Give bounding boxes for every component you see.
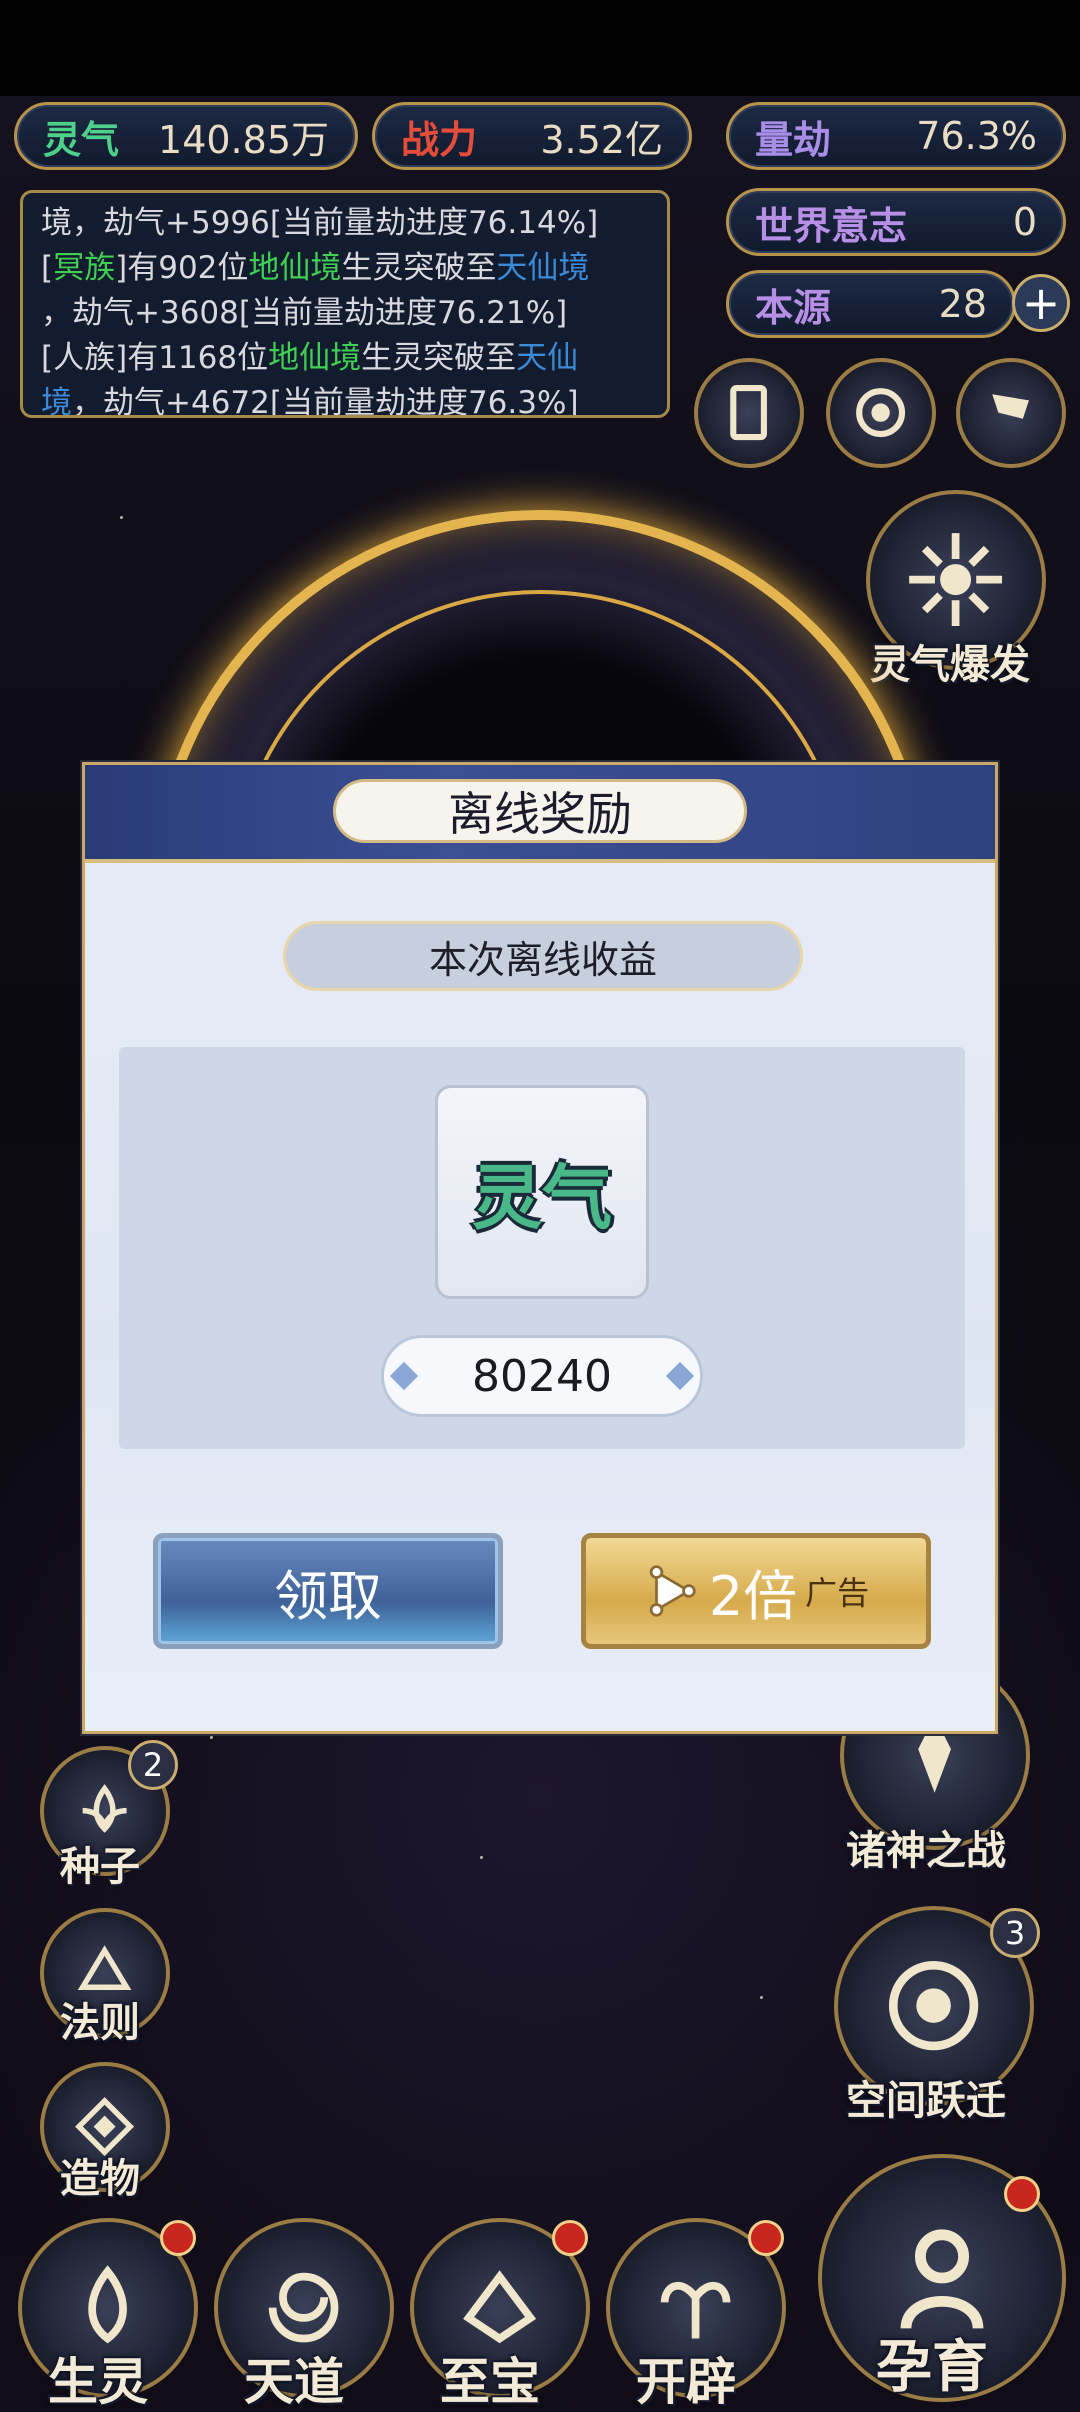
liangjie-value: 76.3%: [916, 114, 1037, 158]
origin-value: 28: [938, 282, 987, 326]
dialog-header: 离线奖励: [85, 765, 995, 863]
seeds-label: 种子: [60, 1844, 140, 1890]
zhanli-label: 战力: [401, 117, 478, 162]
add-origin-button[interactable]: +: [1012, 274, 1070, 332]
nav-treasure-notification-dot: [552, 2220, 588, 2256]
nav-nurture-notification-dot: [1004, 2176, 1040, 2212]
liangjie-label: 量劫: [755, 117, 832, 162]
burst-icon: [909, 533, 1003, 627]
ad-label: 广告: [805, 1574, 870, 1612]
nav-creatures-label: 生灵: [48, 2353, 148, 2411]
lingqi-burst-label: 灵气爆发: [870, 642, 1030, 688]
event-log: 境，劫气+5996[当前量劫进度76.14%] [冥族]有902位地仙境生灵突破…: [20, 190, 670, 418]
nav-heaven-label: 天道: [244, 2353, 344, 2411]
world-will-bar[interactable]: 世界意志 0: [726, 188, 1066, 256]
status-bar: [0, 0, 1080, 96]
card-button[interactable]: [694, 358, 804, 468]
nav-create-world-label: 开辟: [636, 2353, 736, 2411]
gem-left-icon: [389, 1361, 419, 1391]
world-will-value: 0: [1012, 200, 1037, 244]
vortex-button[interactable]: [826, 358, 936, 468]
zhanli-resource-bar[interactable]: 战力 3.52亿: [372, 102, 692, 170]
vortex-icon: [856, 388, 906, 438]
offline-earnings-subtitle: 本次离线收益: [283, 921, 803, 991]
lingqi-item-text: 灵气: [472, 1156, 612, 1239]
lingqi-value: 140.85万: [158, 117, 329, 162]
card-icon: [730, 385, 768, 441]
space-jump-label: 空间跃迁: [846, 2078, 1006, 2124]
world-will-label: 世界意志: [755, 203, 908, 248]
creation-label: 造物: [60, 2156, 140, 2202]
claim-button-label: 领取: [274, 1564, 382, 1628]
lingqi-resource-bar[interactable]: 灵气 140.85万: [14, 102, 358, 170]
reward-amount-value: 80240: [472, 1350, 612, 1402]
space-jump-badge: 3: [990, 1908, 1040, 1958]
offline-reward-dialog: 离线奖励 本次离线收益 灵气 80240 领取 2倍 广告: [82, 762, 998, 1734]
nav-nurture-label: 孕育: [876, 2335, 988, 2400]
origin-bar[interactable]: 本源 28: [726, 270, 1016, 338]
laws-label: 法则: [60, 2000, 140, 2046]
video-play-icon: [649, 1565, 696, 1617]
gem-right-icon: [665, 1361, 695, 1391]
lingqi-label: 灵气: [43, 117, 120, 162]
lingqi-reward-item: 灵气: [435, 1085, 649, 1299]
flag-icon: [992, 394, 1030, 420]
reward-amount: 80240: [381, 1335, 703, 1417]
nav-treasure-label: 至宝: [440, 2353, 540, 2411]
seeds-badge: 2: [128, 1740, 178, 1790]
nav-create-world-notification-dot: [748, 2220, 784, 2256]
zhanli-value: 3.52亿: [540, 117, 663, 162]
log-line-1: 境，劫气+5996[当前量劫进度76.14%]: [41, 205, 599, 241]
log-entry-3: [人族]有1168位地仙境生灵突破至天仙 境，劫气+4672[当前量劫进度76.3…: [41, 340, 579, 418]
gods-war-label: 诸神之战: [846, 1828, 1006, 1874]
nav-creatures-notification-dot: [160, 2220, 196, 2256]
flag-button[interactable]: [956, 358, 1066, 468]
origin-label: 本源: [755, 285, 832, 330]
liangjie-resource-bar[interactable]: 量劫 76.3%: [726, 102, 1066, 170]
double-reward-ad-button[interactable]: 2倍 广告: [581, 1533, 931, 1649]
claim-button[interactable]: 领取: [153, 1533, 503, 1649]
dialog-title: 离线奖励: [333, 779, 747, 843]
swirl-icon: [889, 1961, 979, 2051]
log-entry-2: [冥族]有902位地仙境生灵突破至天仙境 ，劫气+3608[当前量劫进度76.21…: [41, 250, 590, 331]
double-label: 2倍: [708, 1564, 798, 1628]
